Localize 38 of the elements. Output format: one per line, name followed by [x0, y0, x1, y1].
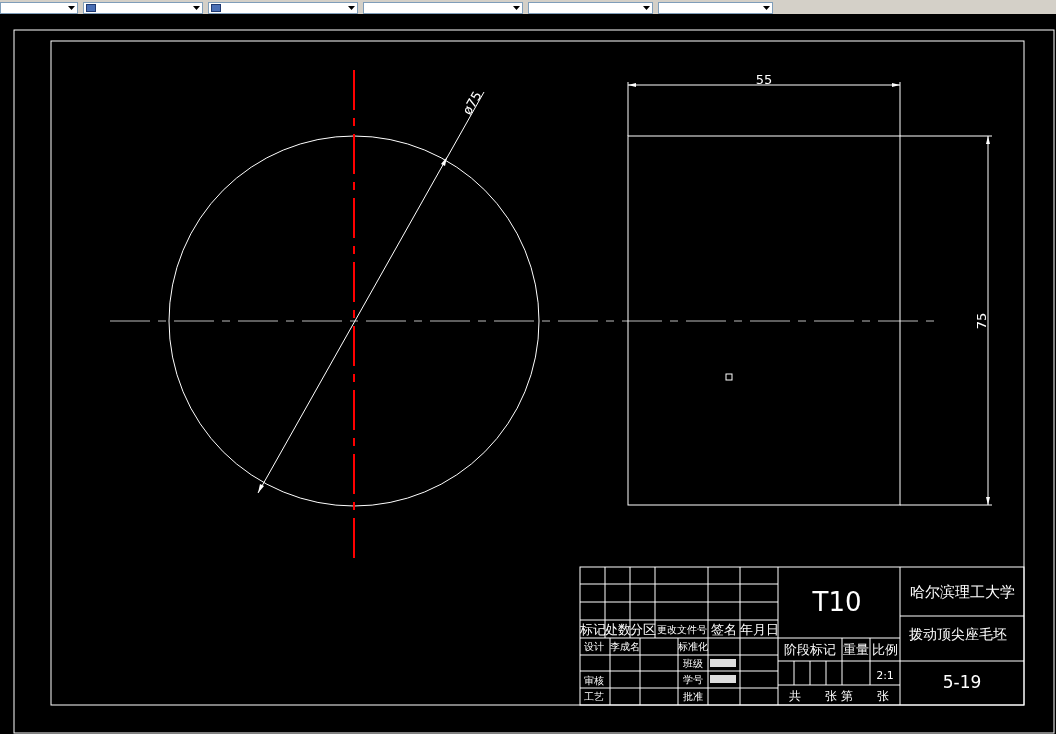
column-header: 更改文件号: [656, 623, 707, 635]
column-header: 重量: [843, 641, 869, 657]
row-label: 审核: [584, 674, 604, 686]
drawing-number: 5-19: [942, 672, 982, 692]
row-label: 班级: [683, 657, 703, 669]
school-name: 哈尔滨理工大学: [909, 583, 1015, 601]
sheet-count: 共 张 第 张: [789, 689, 889, 703]
class-value-block: [710, 659, 736, 667]
caret-icon: [513, 6, 520, 10]
dropdown[interactable]: [83, 2, 203, 14]
layer-icon: [86, 4, 96, 12]
part-name: 拨动顶尖座毛坯: [909, 626, 1007, 642]
column-header: 标记: [579, 621, 606, 637]
column-header: 年月日: [739, 621, 779, 637]
width-label: 55: [755, 71, 773, 87]
caret-icon: [348, 6, 355, 10]
row-label: 学号: [683, 673, 703, 685]
row-label: 标准化: [678, 640, 708, 652]
caret-icon: [68, 6, 75, 10]
layer-icon: [211, 4, 221, 12]
row-label: 批准: [683, 690, 703, 702]
caret-icon: [643, 6, 650, 10]
column-header: 签名: [711, 621, 737, 637]
student-id-block: [710, 675, 736, 683]
column-header: 比例: [872, 641, 898, 657]
column-header: 处数: [604, 621, 631, 637]
dropdown[interactable]: [208, 2, 358, 14]
scale-value: 2:1: [876, 668, 894, 682]
column-header: 阶段标记: [784, 641, 836, 657]
drawing-code: T10: [812, 587, 862, 617]
designer-name: 李成名: [610, 640, 640, 652]
caret-icon: [193, 6, 200, 10]
point-marker: [725, 373, 733, 381]
row-label: 设计: [584, 640, 604, 652]
row-label: 工艺: [584, 690, 604, 702]
caret-icon: [763, 6, 770, 10]
height-label: 75: [973, 312, 989, 330]
column-header: 分区: [629, 621, 656, 637]
